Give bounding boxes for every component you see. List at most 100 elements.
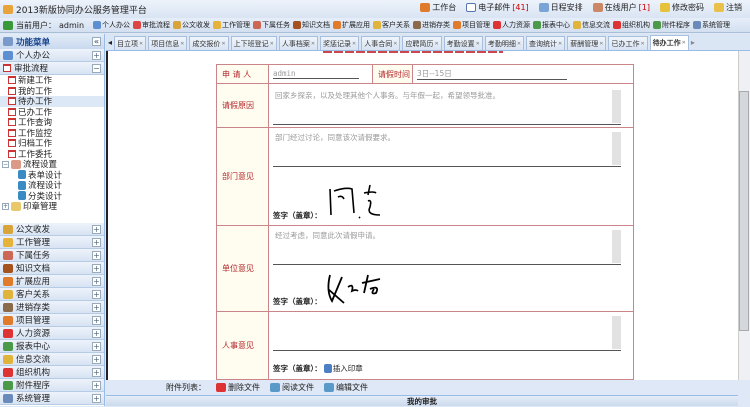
close-icon[interactable]: ✕ — [393, 41, 397, 47]
sidebar-section[interactable]: 下属任务 + — [0, 249, 104, 262]
section-personal-office[interactable]: 个人办公 + — [0, 49, 104, 62]
expand-icon[interactable]: + — [92, 328, 101, 338]
scrollbar-thumb[interactable] — [739, 91, 749, 331]
close-icon[interactable]: ✕ — [311, 41, 315, 47]
dept-opinion-textarea[interactable]: 部门经过讨论，同意该次请假要求。 — [273, 130, 621, 167]
module-13[interactable]: 组织机构 — [613, 20, 650, 30]
tab[interactable]: 目立项 ✕ — [114, 36, 147, 50]
hr-opinion-textarea[interactable] — [273, 314, 621, 351]
vertical-scrollbar[interactable] — [738, 51, 750, 380]
expand-icon[interactable]: + — [92, 237, 101, 247]
module-8[interactable]: 进销存类 — [413, 20, 450, 30]
collapse-icon[interactable]: − — [92, 63, 101, 73]
tab[interactable]: 成交报价 ✕ — [189, 36, 229, 50]
sidebar-section[interactable]: 工作管理 + — [0, 236, 104, 249]
scrollbar[interactable] — [612, 230, 621, 263]
reason-textarea[interactable]: 回家乡探亲，以及处理其他个人事务。与年假一起，希望领导批准。 — [273, 88, 621, 125]
link-schedule[interactable]: 日程安排 — [538, 2, 583, 13]
expand-icon[interactable]: + — [92, 393, 101, 403]
expand-icon[interactable]: + — [92, 367, 101, 377]
module-10[interactable]: 人力资源 — [493, 20, 530, 30]
expand-icon[interactable]: + — [92, 224, 101, 234]
sidebar-section[interactable]: 附件程序 + — [0, 379, 104, 392]
expand-icon[interactable]: + — [92, 263, 101, 273]
tree-folder-seal[interactable]: + 印章管理 — [0, 201, 104, 212]
link-logout[interactable]: 注销 — [714, 2, 742, 13]
close-icon[interactable]: ✕ — [180, 41, 184, 47]
collapse-sidebar-button[interactable]: « — [92, 37, 101, 46]
module-14[interactable]: 附件程序 — [653, 20, 690, 30]
sidebar-section[interactable]: 客户关系 + — [0, 288, 104, 301]
expand-icon[interactable]: + — [92, 276, 101, 286]
close-icon[interactable]: ✕ — [558, 41, 562, 47]
close-icon[interactable]: ✕ — [599, 41, 603, 47]
close-icon[interactable]: ✕ — [434, 41, 438, 47]
tab[interactable]: 考勤设置 ✕ — [443, 36, 483, 50]
scrollbar[interactable] — [612, 316, 621, 349]
sidebar-section[interactable]: 项目管理 + — [0, 314, 104, 327]
read-file-button[interactable]: 阅读文件 — [270, 382, 314, 393]
expand-icon[interactable]: + — [92, 50, 101, 60]
link-change-password[interactable]: 修改密码 — [660, 2, 704, 13]
expand-icon[interactable]: + — [92, 302, 101, 312]
close-icon[interactable]: ✕ — [517, 41, 521, 47]
tab[interactable]: 薪酬管理 ✕ — [567, 36, 607, 50]
expand-icon[interactable]: + — [2, 202, 9, 210]
close-icon[interactable]: ✕ — [270, 41, 274, 47]
expand-icon[interactable]: + — [92, 250, 101, 260]
link-online-users[interactable]: 在线用户 [1] — [592, 2, 650, 13]
scroll-tabs-left-icon[interactable]: ◂ — [108, 38, 112, 47]
sidebar-section[interactable]: 系统管理 + — [0, 392, 104, 405]
module-2[interactable]: 公文收发 — [173, 20, 210, 30]
link-mail[interactable]: 电子邮件 [41] — [466, 2, 529, 13]
sidebar-section[interactable]: 组织机构 + — [0, 366, 104, 379]
sidebar-section[interactable]: 进销存类 + — [0, 301, 104, 314]
module-6[interactable]: 扩展应用 — [333, 20, 370, 30]
close-icon[interactable]: ✕ — [682, 40, 686, 46]
module-4[interactable]: 下属任务 — [253, 20, 290, 30]
close-icon[interactable]: ✕ — [640, 41, 644, 47]
applicant-field[interactable]: admin — [273, 69, 359, 79]
tab[interactable]: 项目信息 ✕ — [148, 36, 188, 50]
module-1[interactable]: 审批流程 — [133, 20, 170, 30]
close-icon[interactable]: ✕ — [221, 41, 225, 47]
sidebar-section[interactable]: 报表中心 + — [0, 340, 104, 353]
expand-icon[interactable]: + — [92, 315, 101, 325]
tab[interactable]: 考勤明细 ✕ — [484, 36, 525, 50]
module-0[interactable]: 个人办公 — [93, 20, 130, 30]
scrollbar[interactable] — [612, 132, 621, 165]
link-workbench[interactable]: 工作台 — [420, 2, 456, 13]
edit-file-button[interactable]: 编辑文件 — [324, 382, 368, 393]
tab[interactable]: 奖惩记录 ✕ — [320, 36, 360, 50]
expand-icon[interactable]: + — [92, 380, 101, 390]
my-approval-panel-header[interactable]: 我的审批 — [106, 395, 738, 406]
close-icon[interactable]: ✕ — [139, 41, 143, 47]
close-icon[interactable]: ✕ — [476, 41, 480, 47]
delete-file-button[interactable]: 删除文件 — [216, 382, 260, 393]
module-9[interactable]: 项目管理 — [453, 20, 490, 30]
section-approval-flow[interactable]: 审批流程 − — [0, 62, 104, 75]
tab[interactable]: 查询统计 ✕ — [526, 36, 566, 50]
scroll-tabs-right-icon[interactable]: ▸ — [691, 38, 695, 47]
scrollbar[interactable] — [612, 90, 621, 123]
expand-icon[interactable]: + — [92, 289, 101, 299]
collapse-icon[interactable]: − — [2, 160, 9, 168]
module-7[interactable]: 客户关系 — [373, 20, 410, 30]
expand-icon[interactable]: + — [92, 341, 101, 351]
sidebar-section[interactable]: 扩展应用 + — [0, 275, 104, 288]
unit-opinion-textarea[interactable]: 经过考虑，同意此次请假申请。 — [273, 228, 621, 265]
sidebar-section[interactable]: 人力资源 + — [0, 327, 104, 340]
leave-time-field[interactable]: 3日--15日 — [417, 68, 567, 80]
module-5[interactable]: 知识文档 — [293, 20, 330, 30]
tab[interactable]: 应聘简历 ✕ — [402, 36, 442, 50]
module-15[interactable]: 系统管理 — [693, 20, 730, 30]
insert-seal-button[interactable]: 插入印章 — [323, 363, 363, 374]
tab[interactable]: 上下班登记 ✕ — [230, 36, 277, 50]
expand-icon[interactable]: + — [92, 354, 101, 364]
sidebar-section[interactable]: 公文收发 + — [0, 223, 104, 236]
module-11[interactable]: 报表中心 — [533, 20, 570, 30]
close-icon[interactable]: ✕ — [352, 41, 356, 47]
module-12[interactable]: 信息交流 — [573, 20, 610, 30]
tab[interactable]: 已办工作 ✕ — [608, 36, 648, 50]
tab[interactable]: 人事合同 ✕ — [361, 36, 401, 50]
